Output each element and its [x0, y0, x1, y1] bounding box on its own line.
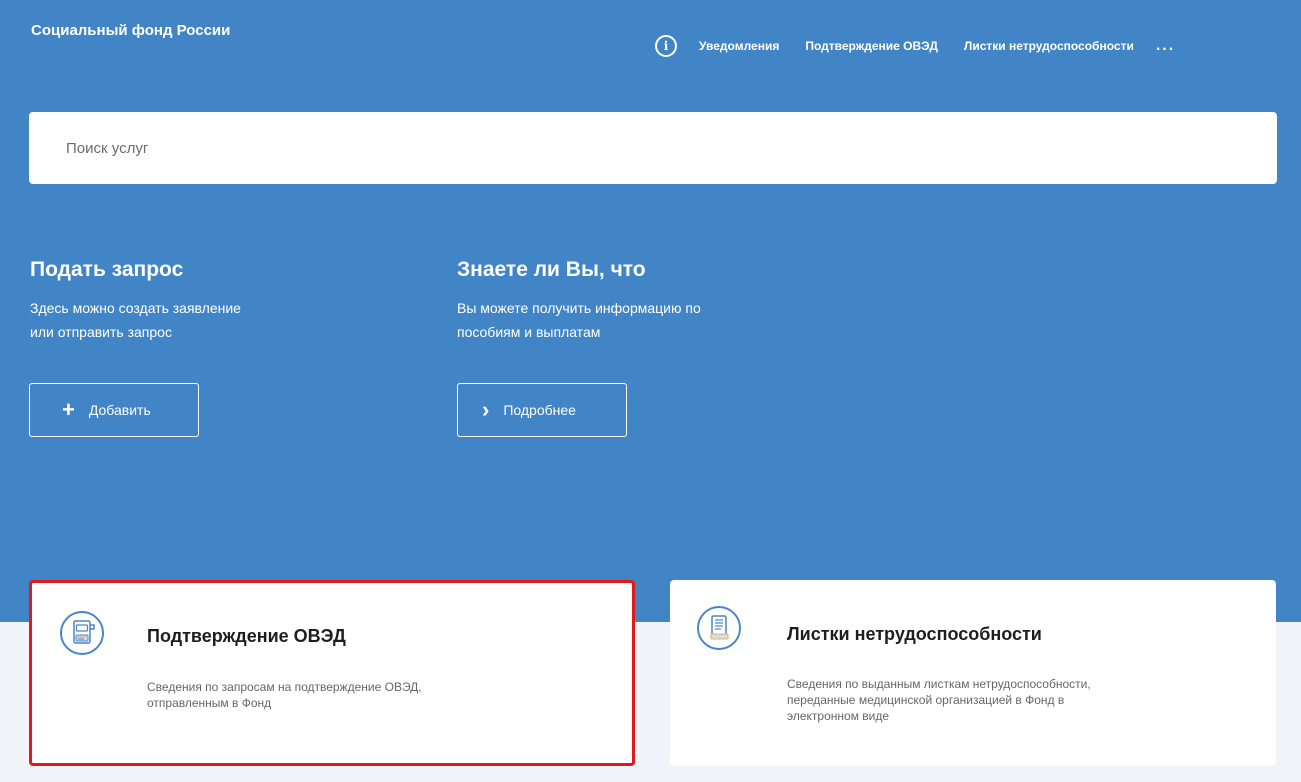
request-title: Подать запрос	[30, 258, 184, 281]
info-title: Знаете ли Вы, что	[457, 258, 646, 281]
card-desc-line2: переданные медицинской организацией в Фо…	[787, 693, 1065, 707]
info-desc-line2: пособиям и выплатам	[457, 324, 601, 340]
plus-icon: +	[62, 397, 75, 422]
more-info-button[interactable]: › Подробнее	[457, 383, 627, 437]
card-sick-leave[interactable]: Листки нетрудоспособности Сведения по вы…	[670, 580, 1276, 766]
request-desc-line2: или отправить запрос	[30, 324, 172, 340]
info-desc-line1: Вы можете получить информацию по	[457, 300, 701, 316]
request-desc-line1: Здесь можно создать заявление	[30, 300, 241, 316]
add-button-label: Добавить	[88, 402, 151, 418]
card-description: Сведения по запросам на подтверждение ОВ…	[147, 679, 527, 711]
request-description: Здесь можно создать заявление или отправ…	[30, 296, 360, 344]
search-input[interactable]	[64, 138, 1277, 158]
top-navigation: i Уведомления Подтверждение ОВЭД Листки …	[655, 33, 1175, 59]
card-description: Сведения по выданным листкам нетрудоспос…	[787, 676, 1207, 724]
nav-link-sick-leave[interactable]: Листки нетрудоспособности	[964, 39, 1134, 53]
document-list-icon	[697, 606, 741, 650]
brand-title[interactable]: Социальный фонд России	[31, 22, 230, 39]
info-icon-glyph: i	[663, 39, 669, 53]
more-info-button-label: Подробнее	[503, 402, 576, 418]
info-description: Вы можете получить информацию по пособия…	[457, 296, 787, 344]
info-block: Знаете ли Вы, что Вы можете получить инф…	[457, 258, 787, 344]
card-desc-line2: отправленным в Фонд	[147, 696, 272, 710]
card-desc-line1: Сведения по выданным листкам нетрудоспос…	[787, 677, 1091, 691]
search-bar	[29, 112, 1277, 184]
nav-link-notifications[interactable]: Уведомления	[699, 39, 779, 53]
card-ovad-confirmation[interactable]: Подтверждение ОВЭД Сведения по запросам …	[29, 580, 635, 766]
card-desc-line1: Сведения по запросам на подтверждение ОВ…	[147, 680, 422, 694]
add-button[interactable]: + Добавить	[29, 383, 199, 437]
request-block: Подать запрос Здесь можно создать заявле…	[30, 258, 360, 344]
info-icon[interactable]: i	[655, 35, 677, 57]
nav-link-ovad-confirmation[interactable]: Подтверждение ОВЭД	[805, 39, 938, 53]
card-desc-line3: электронном виде	[787, 709, 890, 723]
more-menu-icon[interactable]: ...	[1156, 37, 1175, 55]
card-title: Подтверждение ОВЭД	[147, 626, 346, 646]
chevron-right-icon: ›	[482, 397, 490, 422]
card-title: Листки нетрудоспособности	[787, 624, 1042, 644]
document-code-icon	[60, 611, 104, 655]
